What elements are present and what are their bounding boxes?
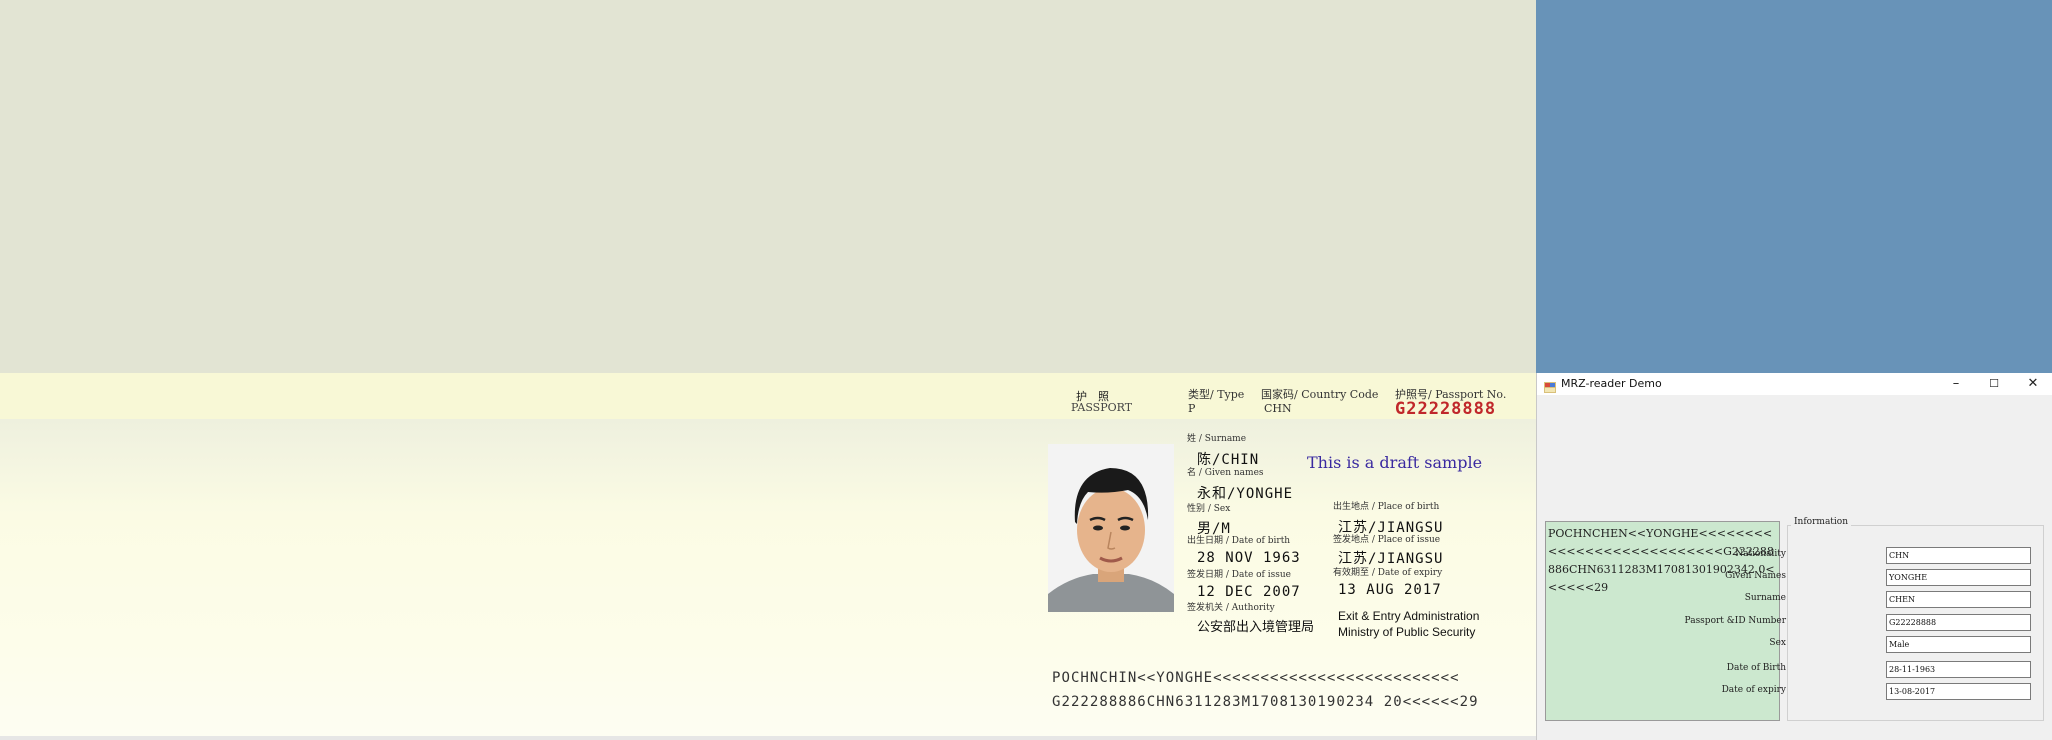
page-edge: [0, 736, 1536, 740]
passport-data-page: [0, 419, 1536, 737]
field-label-date-of-expiry: Date of expiry: [1721, 685, 1786, 695]
passport-no-value: G22228888: [1395, 399, 1497, 419]
date-of-issue-label: 签发日期 / Date of issue: [1187, 570, 1291, 580]
given-names-label: 名 / Given names: [1187, 468, 1264, 478]
place-of-issue-label: 签发地点 / Place of issue: [1333, 535, 1441, 545]
field-label-sex: Sex: [1769, 638, 1786, 648]
date-of-birth-value: 28 NOV 1963: [1197, 550, 1301, 566]
field-label-date-of-birth: Date of Birth: [1726, 663, 1786, 673]
date-of-birth-label: 出生日期 / Date of birth: [1187, 536, 1291, 546]
authority-cn: 公安部出入境管理局: [1197, 620, 1315, 635]
date-of-expiry-label: 有效期至 / Date of expiry: [1333, 568, 1443, 578]
authority-en-line2: Ministry of Public Security: [1338, 625, 1476, 639]
app-icon: [1544, 378, 1556, 393]
close-button[interactable]: ✕: [2014, 373, 2052, 395]
surname-field[interactable]: CHEN: [1886, 591, 2031, 608]
desktop-background: [1536, 0, 2052, 373]
mrz-reader-window: MRZ-reader Demo – ☐ ✕ POCHNCHEN<<YONGHE<…: [1536, 373, 2052, 740]
field-label-nationality: Nationality: [1735, 549, 1786, 559]
passport-photo: [1048, 444, 1174, 612]
authority-label: 签发机关 / Authority: [1187, 603, 1275, 613]
country-label: 国家码/ Country Code: [1261, 388, 1379, 401]
window-titlebar[interactable]: MRZ-reader Demo – ☐ ✕: [1537, 373, 2052, 395]
date-of-birth-field[interactable]: 28-11-1963: [1886, 661, 2031, 678]
maximize-button[interactable]: ☐: [1975, 373, 2013, 395]
minimize-button[interactable]: –: [1937, 373, 1975, 395]
sex-field[interactable]: Male: [1886, 636, 2031, 653]
scan-background: [0, 0, 1536, 373]
place-of-birth-label: 出生地点 / Place of birth: [1333, 502, 1440, 512]
window-title: MRZ-reader Demo: [1561, 377, 1662, 390]
date-of-expiry-field[interactable]: 13-08-2017: [1886, 683, 2031, 700]
sex-label: 性别 / Sex: [1187, 504, 1231, 514]
surname-label: 姓 / Surname: [1187, 434, 1247, 444]
mrz-line-2: G222288886CHN6311283M1708130190234 20<<<…: [1052, 694, 1479, 710]
face-portrait-icon: [1048, 444, 1174, 612]
type-label: 类型/ Type: [1188, 388, 1245, 401]
country-value: CHN: [1264, 402, 1292, 415]
passport-title-en: PASSPORT: [1071, 401, 1133, 414]
field-label-passport-id: Passport &ID Number: [1684, 616, 1786, 626]
passport-id-field[interactable]: G22228888: [1886, 614, 2031, 631]
nationality-field[interactable]: CHN: [1886, 547, 2031, 564]
type-value: P: [1188, 402, 1196, 415]
information-group-title: Information: [1791, 517, 1852, 527]
given-names-value: 永和/YONGHE: [1197, 486, 1294, 502]
date-of-issue-value: 12 DEC 2007: [1197, 584, 1301, 600]
authority-en-line1: Exit & Entry Administration: [1338, 609, 1480, 623]
given-names-field[interactable]: YONGHE: [1886, 569, 2031, 586]
field-label-given-names: Given Names: [1725, 571, 1786, 581]
mrz-line-1: POCHNCHIN<<YONGHE<<<<<<<<<<<<<<<<<<<<<<<…: [1052, 670, 1460, 686]
date-of-expiry-value: 13 AUG 2017: [1338, 582, 1442, 598]
draft-sample-note: This is a draft sample: [1307, 453, 1483, 472]
field-label-surname: Surname: [1744, 593, 1786, 603]
